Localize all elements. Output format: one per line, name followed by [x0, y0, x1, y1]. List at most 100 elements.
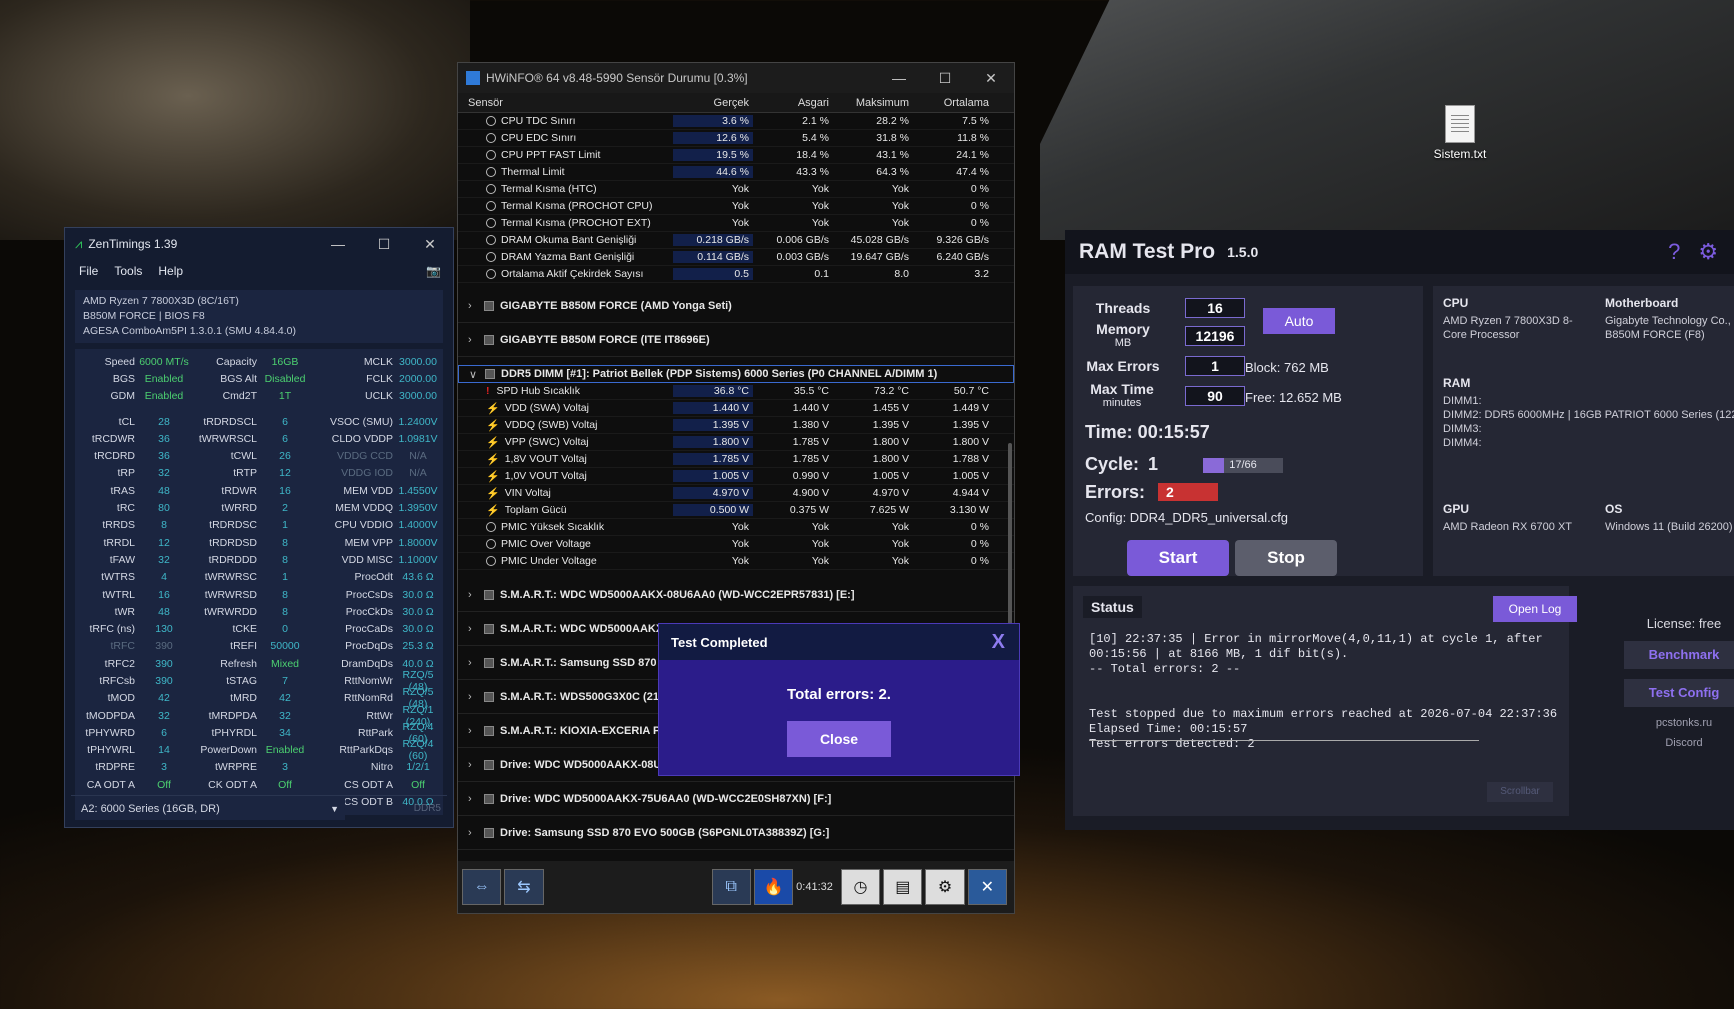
discord-link[interactable]: Discord: [1579, 737, 1734, 749]
avg-value: 3.2: [974, 268, 989, 280]
sensor-group[interactable]: › Drive: WDC WD5000AAKX-75U6AA0 (WD-WCC2E…: [458, 782, 1014, 816]
open-log-button[interactable]: Open Log: [1493, 596, 1577, 622]
sensor-group[interactable]: › GIGABYTE B850M FORCE (AMD Yonga Seti): [458, 289, 1014, 323]
scrollbar-button[interactable]: Scrollbar: [1487, 782, 1553, 802]
menu-file[interactable]: File: [79, 264, 98, 278]
chevron-right-icon[interactable]: ›: [468, 725, 484, 737]
clock-icon[interactable]: ◷: [840, 869, 881, 905]
max-errors-input[interactable]: 1: [1185, 356, 1245, 376]
chevron-right-icon[interactable]: ›: [468, 300, 484, 312]
memory-input[interactable]: 12196: [1185, 326, 1245, 346]
sensor-row[interactable]: ⚡ VDDQ (SWB) Voltaj 1.395 V 1.380 V 1.395 V 1…: [458, 417, 1014, 434]
threads-input[interactable]: 16: [1185, 298, 1245, 318]
menu-tools[interactable]: Tools: [114, 264, 142, 278]
chevron-right-icon[interactable]: ›: [468, 793, 484, 805]
sensor-name: DRAM Okuma Bant Genişliği: [501, 234, 637, 246]
minimize-icon[interactable]: —: [315, 236, 361, 253]
ramtest-titlebar[interactable]: RAM Test Pro 1.5.0 ? ⚙ _ X: [1065, 230, 1734, 274]
chevron-down-icon[interactable]: ∨: [469, 368, 485, 381]
sensor-row[interactable]: Ortalama Aktif Çekirdek Sayısı 0.5 0.1 8.0 3…: [458, 266, 1014, 283]
sensor-row[interactable]: ⚡ 1,8V VOUT Voltaj 1.785 V 1.785 V 1.800 V 1.…: [458, 451, 1014, 468]
sensor-row[interactable]: PMIC Over Voltage Yok Yok Yok 0 %: [458, 536, 1014, 553]
benchmark-button[interactable]: Benchmark: [1624, 641, 1734, 669]
sensor-group[interactable]: › GIGABYTE B850M FORCE (ITE IT8696E): [458, 323, 1014, 357]
config-file[interactable]: Config: DDR4_DDR5_universal.cfg: [1085, 510, 1288, 525]
desktop-file-icon[interactable]: Sistem.txt: [1415, 105, 1505, 161]
sensor-row[interactable]: Thermal Limit 44.6 % 43.3 % 64.3 % 47.4 %: [458, 164, 1014, 181]
minimize-icon[interactable]: —: [876, 70, 922, 87]
auto-button[interactable]: Auto: [1263, 308, 1335, 334]
chevron-right-icon[interactable]: ›: [468, 589, 484, 601]
maximize-icon[interactable]: ☐: [922, 70, 968, 87]
stop-button[interactable]: Stop: [1235, 540, 1337, 576]
min-value: Yok: [811, 217, 829, 229]
chevron-right-icon[interactable]: ›: [468, 827, 484, 839]
col-max[interactable]: Maksimum: [833, 97, 913, 109]
network-icon[interactable]: ⧉: [711, 869, 751, 905]
timing-label: tRDRDDD: [208, 553, 257, 566]
timing-value: 16: [158, 588, 170, 601]
timing-row: tRFC (ns) 130 tCKE 0 ProcCaDs 30.0 Ω: [75, 620, 443, 637]
sensor-group[interactable]: ∨ DDR5 DIMM [#1]: Patriot Bellek (PDP Sis…: [458, 365, 1014, 383]
dimm3: DIMM3:: [1443, 423, 1482, 435]
timing-value: 390: [155, 657, 173, 670]
expand-icon[interactable]: ⇔: [462, 869, 502, 905]
sensor-row[interactable]: PMIC Yüksek Sıcaklık Yok Yok Yok 0 %: [458, 519, 1014, 536]
col-current[interactable]: Gerçek: [673, 97, 753, 109]
sensor-row[interactable]: CPU EDC Sınırı 12.6 % 5.4 % 31.8 % 11.8 %: [458, 130, 1014, 147]
close-icon[interactable]: ✕: [968, 70, 1014, 87]
sensor-name-cell: ⚡ 1,0V VOUT Voltaj: [458, 470, 673, 483]
close-icon[interactable]: ✕: [967, 869, 1007, 905]
sensor-row[interactable]: Termal Kısma (PROCHOT CPU) Yok Yok Yok 0 %: [458, 198, 1014, 215]
sensor-row[interactable]: Termal Kısma (PROCHOT EXT) Yok Yok Yok 0 %: [458, 215, 1014, 232]
sensor-row[interactable]: CPU TDC Sınırı 3.6 % 2.1 % 28.2 % 7.5 %: [458, 113, 1014, 130]
timing-label: PowerDown: [200, 744, 257, 757]
sensor-row[interactable]: CPU PPT FAST Limit 19.5 % 18.4 % 43.1 % 24.1…: [458, 147, 1014, 164]
sensor-row[interactable]: ⚡ 1,0V VOUT Voltaj 1.005 V 0.990 V 1.005 V 1.…: [458, 468, 1014, 485]
sensor-row[interactable]: DRAM Yazma Bant Genişliği 0.114 GB/s 0.003…: [458, 249, 1014, 266]
chevron-right-icon[interactable]: ›: [468, 759, 484, 771]
timing-label: tWTRL: [102, 588, 135, 601]
max-time-input[interactable]: 90: [1185, 386, 1245, 406]
zentimings-titlebar[interactable]: ⩘ ZenTimings 1.39 — ☐ ✕: [65, 228, 453, 260]
collapse-icon[interactable]: ⇆: [504, 869, 544, 905]
chevron-right-icon[interactable]: ›: [468, 334, 484, 346]
start-button[interactable]: Start: [1127, 540, 1229, 576]
sensor-row[interactable]: ⚡ VPP (SWC) Voltaj 1.800 V 1.785 V 1.800 V 1.…: [458, 434, 1014, 451]
test-config-button[interactable]: Test Config: [1624, 679, 1734, 707]
sensor-row[interactable]: ⚡ Toplam Gücü 0.500 W 0.375 W 7.625 W 3.130 W: [458, 502, 1014, 519]
dialog-close-x[interactable]: X: [992, 631, 1005, 654]
chip-icon: [484, 589, 494, 600]
close-button[interactable]: Close: [787, 721, 891, 757]
col-sensor[interactable]: Sensör: [458, 97, 673, 109]
avg-value: 47.4 %: [956, 166, 989, 178]
chevron-right-icon[interactable]: ›: [468, 691, 484, 703]
camera-icon[interactable]: 📷: [426, 264, 441, 278]
sensor-group[interactable]: › Drive: Samsung SSD 870 EVO 500GB (S6PGN…: [458, 816, 1014, 850]
col-min[interactable]: Asgari: [753, 97, 833, 109]
sensor-row[interactable]: ! SPD Hub Sıcaklık 36.8 °C 35.5 °C 73.2 °C 50…: [458, 383, 1014, 400]
hwinfo-titlebar[interactable]: HWiNFO® 64 v8.48-5990 Sensör Durumu [0.3…: [458, 63, 1014, 93]
sensor-row[interactable]: Termal Kısma (HTC) Yok Yok Yok 0 %: [458, 181, 1014, 198]
chevron-right-icon[interactable]: ›: [468, 623, 484, 635]
site-link[interactable]: pcstonks.ru: [1579, 717, 1734, 729]
module-select[interactable]: A2: 6000 Series (16GB, DR) ▼: [75, 797, 345, 820]
gear-icon[interactable]: ⚙: [925, 869, 965, 905]
help-icon[interactable]: ?: [1668, 239, 1680, 265]
text-file-icon: [1445, 105, 1475, 143]
menu-help[interactable]: Help: [158, 264, 183, 278]
sensor-row[interactable]: DRAM Okuma Bant Genişliği 0.218 GB/s 0.006…: [458, 232, 1014, 249]
chevron-right-icon[interactable]: ›: [468, 657, 484, 669]
flame-icon[interactable]: 🔥: [753, 869, 794, 905]
timing-value: 42: [279, 692, 291, 705]
gear-icon[interactable]: ⚙: [1698, 239, 1718, 265]
report-icon[interactable]: ▤: [883, 869, 923, 905]
sensor-name: PMIC Under Voltage: [501, 555, 597, 567]
close-icon[interactable]: ✕: [407, 236, 453, 253]
maximize-icon[interactable]: ☐: [361, 236, 407, 253]
sensor-row[interactable]: ⚡ VDD (SWA) Voltaj 1.440 V 1.440 V 1.455 V 1.…: [458, 400, 1014, 417]
col-avg[interactable]: Ortalama: [913, 97, 993, 109]
sensor-row[interactable]: ⚡ VIN Voltaj 4.970 V 4.900 V 4.970 V 4.944 V: [458, 485, 1014, 502]
sensor-group[interactable]: › S.M.A.R.T.: WDC WD5000AAKX-08U6AA0 (WD-…: [458, 578, 1014, 612]
sensor-row[interactable]: PMIC Under Voltage Yok Yok Yok 0 %: [458, 553, 1014, 570]
